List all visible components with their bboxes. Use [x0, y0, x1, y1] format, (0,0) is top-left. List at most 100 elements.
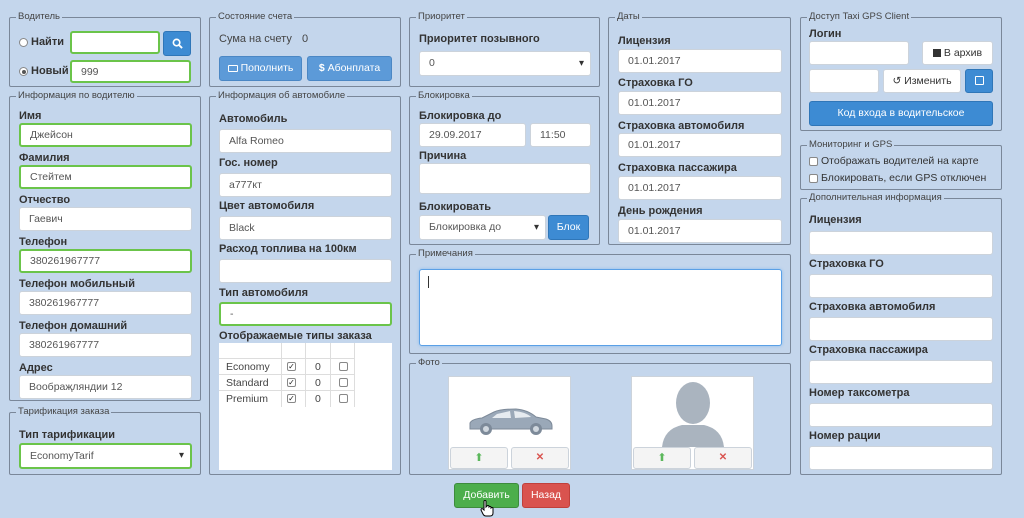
upload-car-photo-button[interactable]: ⬆	[450, 447, 508, 469]
search-button[interactable]	[163, 31, 191, 56]
change-password-button[interactable]: ↺ Изменить	[883, 69, 961, 93]
find-input[interactable]	[70, 31, 160, 54]
surname-input[interactable]: Стейтем	[19, 165, 192, 189]
block-date-input[interactable]: 29.09.2017	[419, 123, 526, 147]
go-date-input[interactable]: 01.01.2017	[618, 91, 782, 115]
password-input[interactable]	[809, 69, 879, 93]
color-label: Цвет автомобиля	[219, 200, 315, 212]
extra-car-ins-label: Страховка автомобиля	[809, 301, 936, 313]
order-type-checkbox-2[interactable]	[339, 362, 348, 371]
fuel-input[interactable]	[219, 259, 392, 283]
block-button[interactable]: Блок	[548, 215, 589, 240]
driver-info-legend: Информация по водителю	[16, 90, 137, 102]
car-ins-date-input[interactable]: 01.01.2017	[618, 133, 782, 157]
extra-pass-ins-input[interactable]	[809, 360, 993, 384]
order-type-checkbox-2[interactable]	[339, 378, 348, 387]
radio-number-input[interactable]	[809, 446, 993, 470]
mobile-input[interactable]: 380261967777	[19, 291, 192, 315]
priority-label: Приоритет позывного	[419, 33, 540, 45]
reason-label: Причина	[419, 150, 467, 162]
order-type-count: 0	[315, 361, 321, 373]
back-button[interactable]: Назад	[522, 483, 570, 508]
extra-car-ins-input[interactable]	[809, 317, 993, 341]
license-date-input[interactable]: 01.01.2017	[618, 49, 782, 73]
color-input[interactable]: Black	[219, 216, 392, 240]
tariff-type-select[interactable]: EconomyTarif	[19, 443, 192, 469]
extra-go-label: Страховка ГО	[809, 258, 884, 270]
find-radio[interactable]	[19, 38, 28, 47]
order-types-table: Economy ✓ 0 Standard ✓ 0 Premium ✓ 0	[219, 343, 392, 470]
upload-icon: ⬆	[657, 452, 667, 464]
block-type-label: Блокировать	[419, 201, 492, 213]
block-gps-label: Блокировать, если GPS отключен	[821, 172, 987, 184]
pass-ins-date-input[interactable]: 01.01.2017	[618, 176, 782, 200]
search-icon	[172, 38, 183, 49]
extra-go-input[interactable]	[809, 274, 993, 298]
driver-photo: ⬆ ✕	[631, 376, 754, 470]
block-type-value: Блокировка до	[429, 221, 502, 233]
new-input[interactable]: 999	[70, 60, 191, 83]
taximeter-input[interactable]	[809, 403, 993, 427]
address-input[interactable]: Вообраҗляндии 12	[19, 375, 192, 399]
order-type-count: 0	[315, 393, 321, 405]
show-on-map-checkbox[interactable]	[809, 157, 818, 166]
delete-car-photo-button[interactable]: ✕	[511, 447, 569, 469]
patronymic-input[interactable]: Гаевич	[19, 207, 192, 231]
archive-button[interactable]: В архив	[922, 41, 993, 65]
block-until-label: Блокировка до	[419, 110, 502, 122]
priority-select[interactable]: 0	[419, 51, 591, 76]
new-radio[interactable]	[19, 67, 28, 76]
archive-icon	[932, 49, 941, 57]
save-password-button[interactable]	[965, 69, 993, 93]
phone-input[interactable]: 380261967777	[19, 249, 192, 273]
block-time-input[interactable]: 11:50	[530, 123, 591, 147]
tariff-type-label: Тип тарификации	[19, 429, 116, 441]
address-label: Адрес	[19, 362, 53, 374]
topup-button[interactable]: Пополнить	[219, 56, 302, 81]
name-input[interactable]: Джейсон	[19, 123, 192, 147]
car-type-input[interactable]: -	[219, 302, 392, 326]
delete-icon: ✕	[535, 452, 545, 463]
car-label: Автомобиль	[219, 113, 288, 125]
delete-icon: ✕	[718, 452, 728, 463]
change-label: Изменить	[904, 75, 952, 87]
birthday-label: День рождения	[618, 205, 703, 217]
show-on-map-label: Отображать водителей на карте	[821, 155, 979, 167]
tariff-legend: Тарификация заказа	[16, 406, 112, 418]
driver-login-code-button[interactable]: Код входа в водительское	[809, 101, 993, 126]
priority-legend: Приоритет	[416, 11, 467, 23]
reason-input[interactable]	[419, 163, 591, 194]
block-type-select[interactable]: Блокировка до	[419, 215, 546, 240]
dollar-icon: $	[318, 62, 328, 74]
upload-driver-photo-button[interactable]: ⬆	[633, 447, 691, 469]
radio-number-label: Номер рации	[809, 430, 881, 442]
archive-label: В архив	[943, 47, 983, 59]
order-type-name: Standard	[226, 377, 269, 389]
block-gps-checkbox[interactable]	[809, 174, 818, 183]
extra-license-label: Лицензия	[809, 214, 862, 226]
order-type-checkbox[interactable]: ✓	[287, 378, 296, 387]
order-type-name: Premium	[226, 393, 269, 405]
plate-input[interactable]: а777кт	[219, 173, 392, 197]
order-type-checkbox-2[interactable]	[339, 394, 348, 403]
car-ins-date-label: Страховка автомобиля	[618, 120, 745, 132]
subscription-label: Абонплата	[327, 62, 381, 74]
birthday-input[interactable]: 01.01.2017	[618, 219, 782, 243]
patronymic-label: Отчество	[19, 194, 71, 206]
subscription-button[interactable]: $ Абонплата	[307, 56, 392, 81]
order-type-checkbox[interactable]: ✓	[287, 394, 296, 403]
order-type-checkbox[interactable]: ✓	[287, 362, 296, 371]
home-phone-label: Телефон домашний	[19, 320, 128, 332]
extra-license-input[interactable]	[809, 231, 993, 255]
dates-legend: Даты	[615, 11, 642, 23]
table-row: Premium ✓ 0	[219, 391, 355, 407]
save-icon	[974, 76, 984, 85]
car-input[interactable]: Alfa Romeo	[219, 129, 392, 153]
notes-textarea[interactable]	[419, 269, 782, 346]
login-input[interactable]	[809, 41, 909, 65]
home-phone-input[interactable]: 380261967777	[19, 333, 192, 357]
mobile-label: Телефон мобильный	[19, 278, 135, 290]
delete-driver-photo-button[interactable]: ✕	[694, 447, 752, 469]
login-label: Логин	[809, 28, 842, 40]
card-icon	[227, 65, 238, 72]
